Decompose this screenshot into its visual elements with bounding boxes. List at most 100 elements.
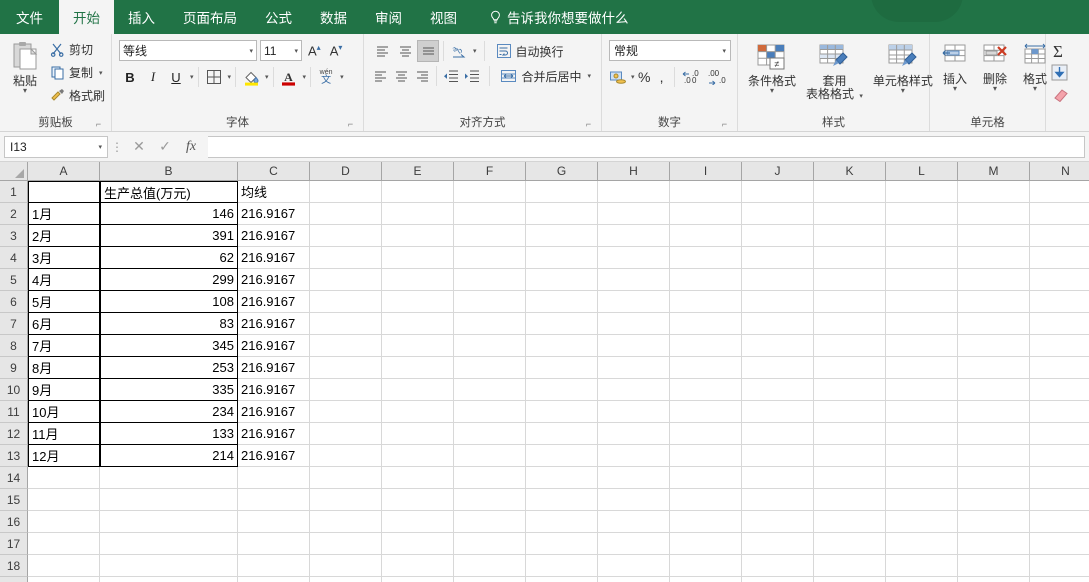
cell-B18[interactable] [100,555,238,577]
underline-caret-icon[interactable]: ▾ [190,73,194,81]
row-header-6[interactable]: 6 [0,291,28,313]
cell-H16[interactable] [598,511,670,533]
cell-J9[interactable] [742,357,814,379]
column-header-I[interactable]: I [670,162,742,181]
format-painter-button[interactable]: 格式刷 [47,85,108,106]
cell-H18[interactable] [598,555,670,577]
cell-N15[interactable] [1030,489,1089,511]
row-header-13[interactable]: 13 [0,445,28,467]
cell-H15[interactable] [598,489,670,511]
cell-A7[interactable]: 6月 [28,313,100,335]
cell-N11[interactable] [1030,401,1089,423]
cell-J12[interactable] [742,423,814,445]
font-name-input[interactable]: 等线 ▾ [119,40,257,61]
cell-D8[interactable] [310,335,382,357]
cell-M17[interactable] [958,533,1030,555]
cell-K15[interactable] [814,489,886,511]
cell-E19[interactable] [382,577,454,582]
cell-C18[interactable] [238,555,310,577]
cell-B1[interactable]: 生产总值(万元) [100,181,238,203]
cell-C16[interactable] [238,511,310,533]
cell-K6[interactable] [814,291,886,313]
align-right-button[interactable] [412,65,432,87]
cell-M8[interactable] [958,335,1030,357]
row-header-18[interactable]: 18 [0,555,28,577]
cut-button[interactable]: 剪切 [47,39,108,60]
cell-C3[interactable]: 216.9167 [238,225,310,247]
cell-C8[interactable]: 216.9167 [238,335,310,357]
cell-B6[interactable]: 108 [100,291,238,313]
cell-A4[interactable]: 3月 [28,247,100,269]
font-color-icon[interactable]: A [278,66,300,88]
row-header-4[interactable]: 4 [0,247,28,269]
cell-D10[interactable] [310,379,382,401]
cell-E3[interactable] [382,225,454,247]
row-header-15[interactable]: 15 [0,489,28,511]
cell-A10[interactable]: 9月 [28,379,100,401]
cell-I5[interactable] [670,269,742,291]
font-name-caret-icon[interactable]: ▾ [249,47,253,55]
cell-H1[interactable] [598,181,670,203]
cell-H6[interactable] [598,291,670,313]
cell-K8[interactable] [814,335,886,357]
cell-K7[interactable] [814,313,886,335]
row-header-14[interactable]: 14 [0,467,28,489]
cell-D4[interactable] [310,247,382,269]
cell-A18[interactable] [28,555,100,577]
align-middle-button[interactable] [394,40,416,62]
cell-N16[interactable] [1030,511,1089,533]
cell-M16[interactable] [958,511,1030,533]
cell-I7[interactable] [670,313,742,335]
cell-D13[interactable] [310,445,382,467]
cell-G19[interactable] [526,577,598,582]
cell-J17[interactable] [742,533,814,555]
cell-A3[interactable]: 2月 [28,225,100,247]
tab-file[interactable]: 文件 [0,0,59,34]
cell-N6[interactable] [1030,291,1089,313]
phonetic-caret-icon[interactable]: ▾ [340,73,344,81]
cell-G11[interactable] [526,401,598,423]
row-header-3[interactable]: 3 [0,225,28,247]
cell-E16[interactable] [382,511,454,533]
cell-D5[interactable] [310,269,382,291]
cell-J4[interactable] [742,247,814,269]
cell-D2[interactable] [310,203,382,225]
cell-M7[interactable] [958,313,1030,335]
column-header-F[interactable]: F [454,162,526,181]
cell-G8[interactable] [526,335,598,357]
cell-E18[interactable] [382,555,454,577]
cell-D1[interactable] [310,181,382,203]
cell-N12[interactable] [1030,423,1089,445]
cell-G3[interactable] [526,225,598,247]
comma-style-button[interactable]: , [654,66,669,88]
cell-H11[interactable] [598,401,670,423]
font-size-caret-icon[interactable]: ▾ [294,47,298,55]
tab-review[interactable]: 审阅 [361,0,416,34]
cell-F7[interactable] [454,313,526,335]
column-header-D[interactable]: D [310,162,382,181]
cell-A2[interactable]: 1月 [28,203,100,225]
number-format-caret-icon[interactable]: ▾ [722,47,726,55]
tab-page-layout[interactable]: 页面布局 [169,0,251,34]
cell-C5[interactable]: 216.9167 [238,269,310,291]
cell-A5[interactable]: 4月 [28,269,100,291]
cell-M6[interactable] [958,291,1030,313]
cell-K13[interactable] [814,445,886,467]
cell-E8[interactable] [382,335,454,357]
cell-N13[interactable] [1030,445,1089,467]
underline-button[interactable]: U [165,66,187,88]
cell-K5[interactable] [814,269,886,291]
merge-center-button[interactable]: 合并后居中 ▾ [497,66,594,87]
cell-L6[interactable] [886,291,958,313]
cell-M2[interactable] [958,203,1030,225]
accounting-format-icon[interactable] [609,66,627,88]
cell-A14[interactable] [28,467,100,489]
cell-B5[interactable]: 299 [100,269,238,291]
cell-L5[interactable] [886,269,958,291]
cell-H10[interactable] [598,379,670,401]
cell-F18[interactable] [454,555,526,577]
cell-F5[interactable] [454,269,526,291]
cell-G18[interactable] [526,555,598,577]
cell-F11[interactable] [454,401,526,423]
cell-N10[interactable] [1030,379,1089,401]
